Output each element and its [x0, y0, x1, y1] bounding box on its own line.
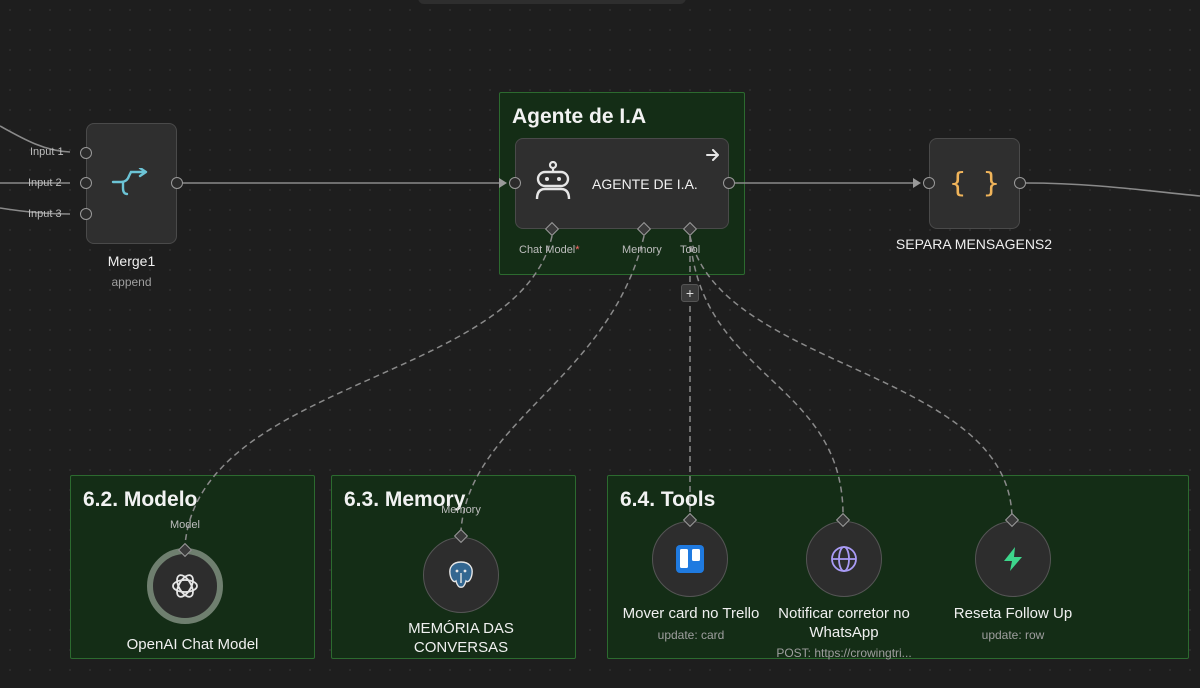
wire-separa-out [1025, 182, 1200, 197]
globe-icon [831, 546, 857, 572]
memory-node-title-line1: MEMÓRIA DAS [408, 620, 514, 637]
merge-node-subtitle: append [111, 275, 152, 289]
merge-node-box[interactable] [86, 123, 177, 244]
agent-input-arrow [499, 178, 507, 188]
trello-icon [676, 545, 704, 573]
trello-node-circle[interactable] [652, 521, 728, 597]
model-port-label: Model [170, 519, 200, 531]
whatsapp-node-title-line2: WhatsApp [809, 624, 879, 641]
merge-input-1-label: Input 1 [30, 146, 64, 158]
reseta-node-title: Reseta Follow Up [953, 605, 1073, 622]
trello-node-subtitle: update: card [657, 628, 725, 642]
separa-input-handle[interactable] [923, 177, 935, 189]
merge-input-2-label: Input 2 [28, 177, 62, 189]
agent-output-handle[interactable] [723, 177, 735, 189]
memory-node-circle[interactable] [423, 537, 499, 613]
merge-input-3-label: Input 3 [28, 208, 62, 220]
required-mark: * [575, 244, 580, 256]
add-tool-button[interactable]: + [681, 284, 699, 302]
sticky-modelo-title: 6.2. Modelo [83, 488, 198, 511]
braces-icon: { } [949, 166, 1000, 199]
merge-output-handle[interactable] [171, 177, 183, 189]
separa-node-box[interactable]: { } [929, 138, 1020, 229]
tool-port-label: Tool [680, 244, 701, 256]
merge-input-2-handle[interactable] [80, 177, 92, 189]
memory-node-title-line2: CONVERSAS [413, 639, 509, 656]
postgres-icon [449, 561, 473, 588]
agent-node-title: AGENTE DE I.A. [592, 176, 698, 192]
memory-port-label: Memory [622, 244, 662, 256]
merge-input-3-handle[interactable] [80, 208, 92, 220]
agent-input-handle[interactable] [509, 177, 521, 189]
merge-input-1-handle[interactable] [80, 147, 92, 159]
trello-node-title: Mover card no Trello [622, 605, 760, 622]
whatsapp-node-circle[interactable] [806, 521, 882, 597]
separa-node-title: SEPARA MENSAGENS2 [895, 236, 1053, 252]
reseta-node-circle[interactable] [975, 521, 1051, 597]
sticky-tools-title: 6.4. Tools [620, 488, 716, 511]
whatsapp-node-title-line1: Notificar corretor no [778, 605, 910, 622]
whatsapp-node-subtitle: POST: https://crowingtri... [776, 646, 912, 660]
separa-input-arrow [913, 178, 921, 188]
openai-icon [172, 574, 198, 598]
openai-node-title: OpenAI Chat Model [126, 636, 259, 653]
reseta-node-subtitle: update: row [981, 628, 1045, 642]
openai-node-circle[interactable] [147, 548, 223, 624]
robot-icon [535, 161, 571, 200]
chat-model-port-label: Chat Model* [519, 244, 580, 256]
bolt-icon [1004, 547, 1022, 571]
merge-node-title: Merge1 [107, 253, 156, 269]
separa-output-handle[interactable] [1014, 177, 1026, 189]
arrow-right-icon[interactable] [706, 149, 720, 161]
memory-node-port-label: Memory [441, 504, 481, 516]
merge-icon [111, 168, 148, 196]
canvas-top-toolbar [418, 0, 686, 4]
agent-node-box[interactable]: AGENTE DE I.A. [515, 138, 729, 229]
sticky-agente-title: Agente de I.A [512, 105, 647, 128]
